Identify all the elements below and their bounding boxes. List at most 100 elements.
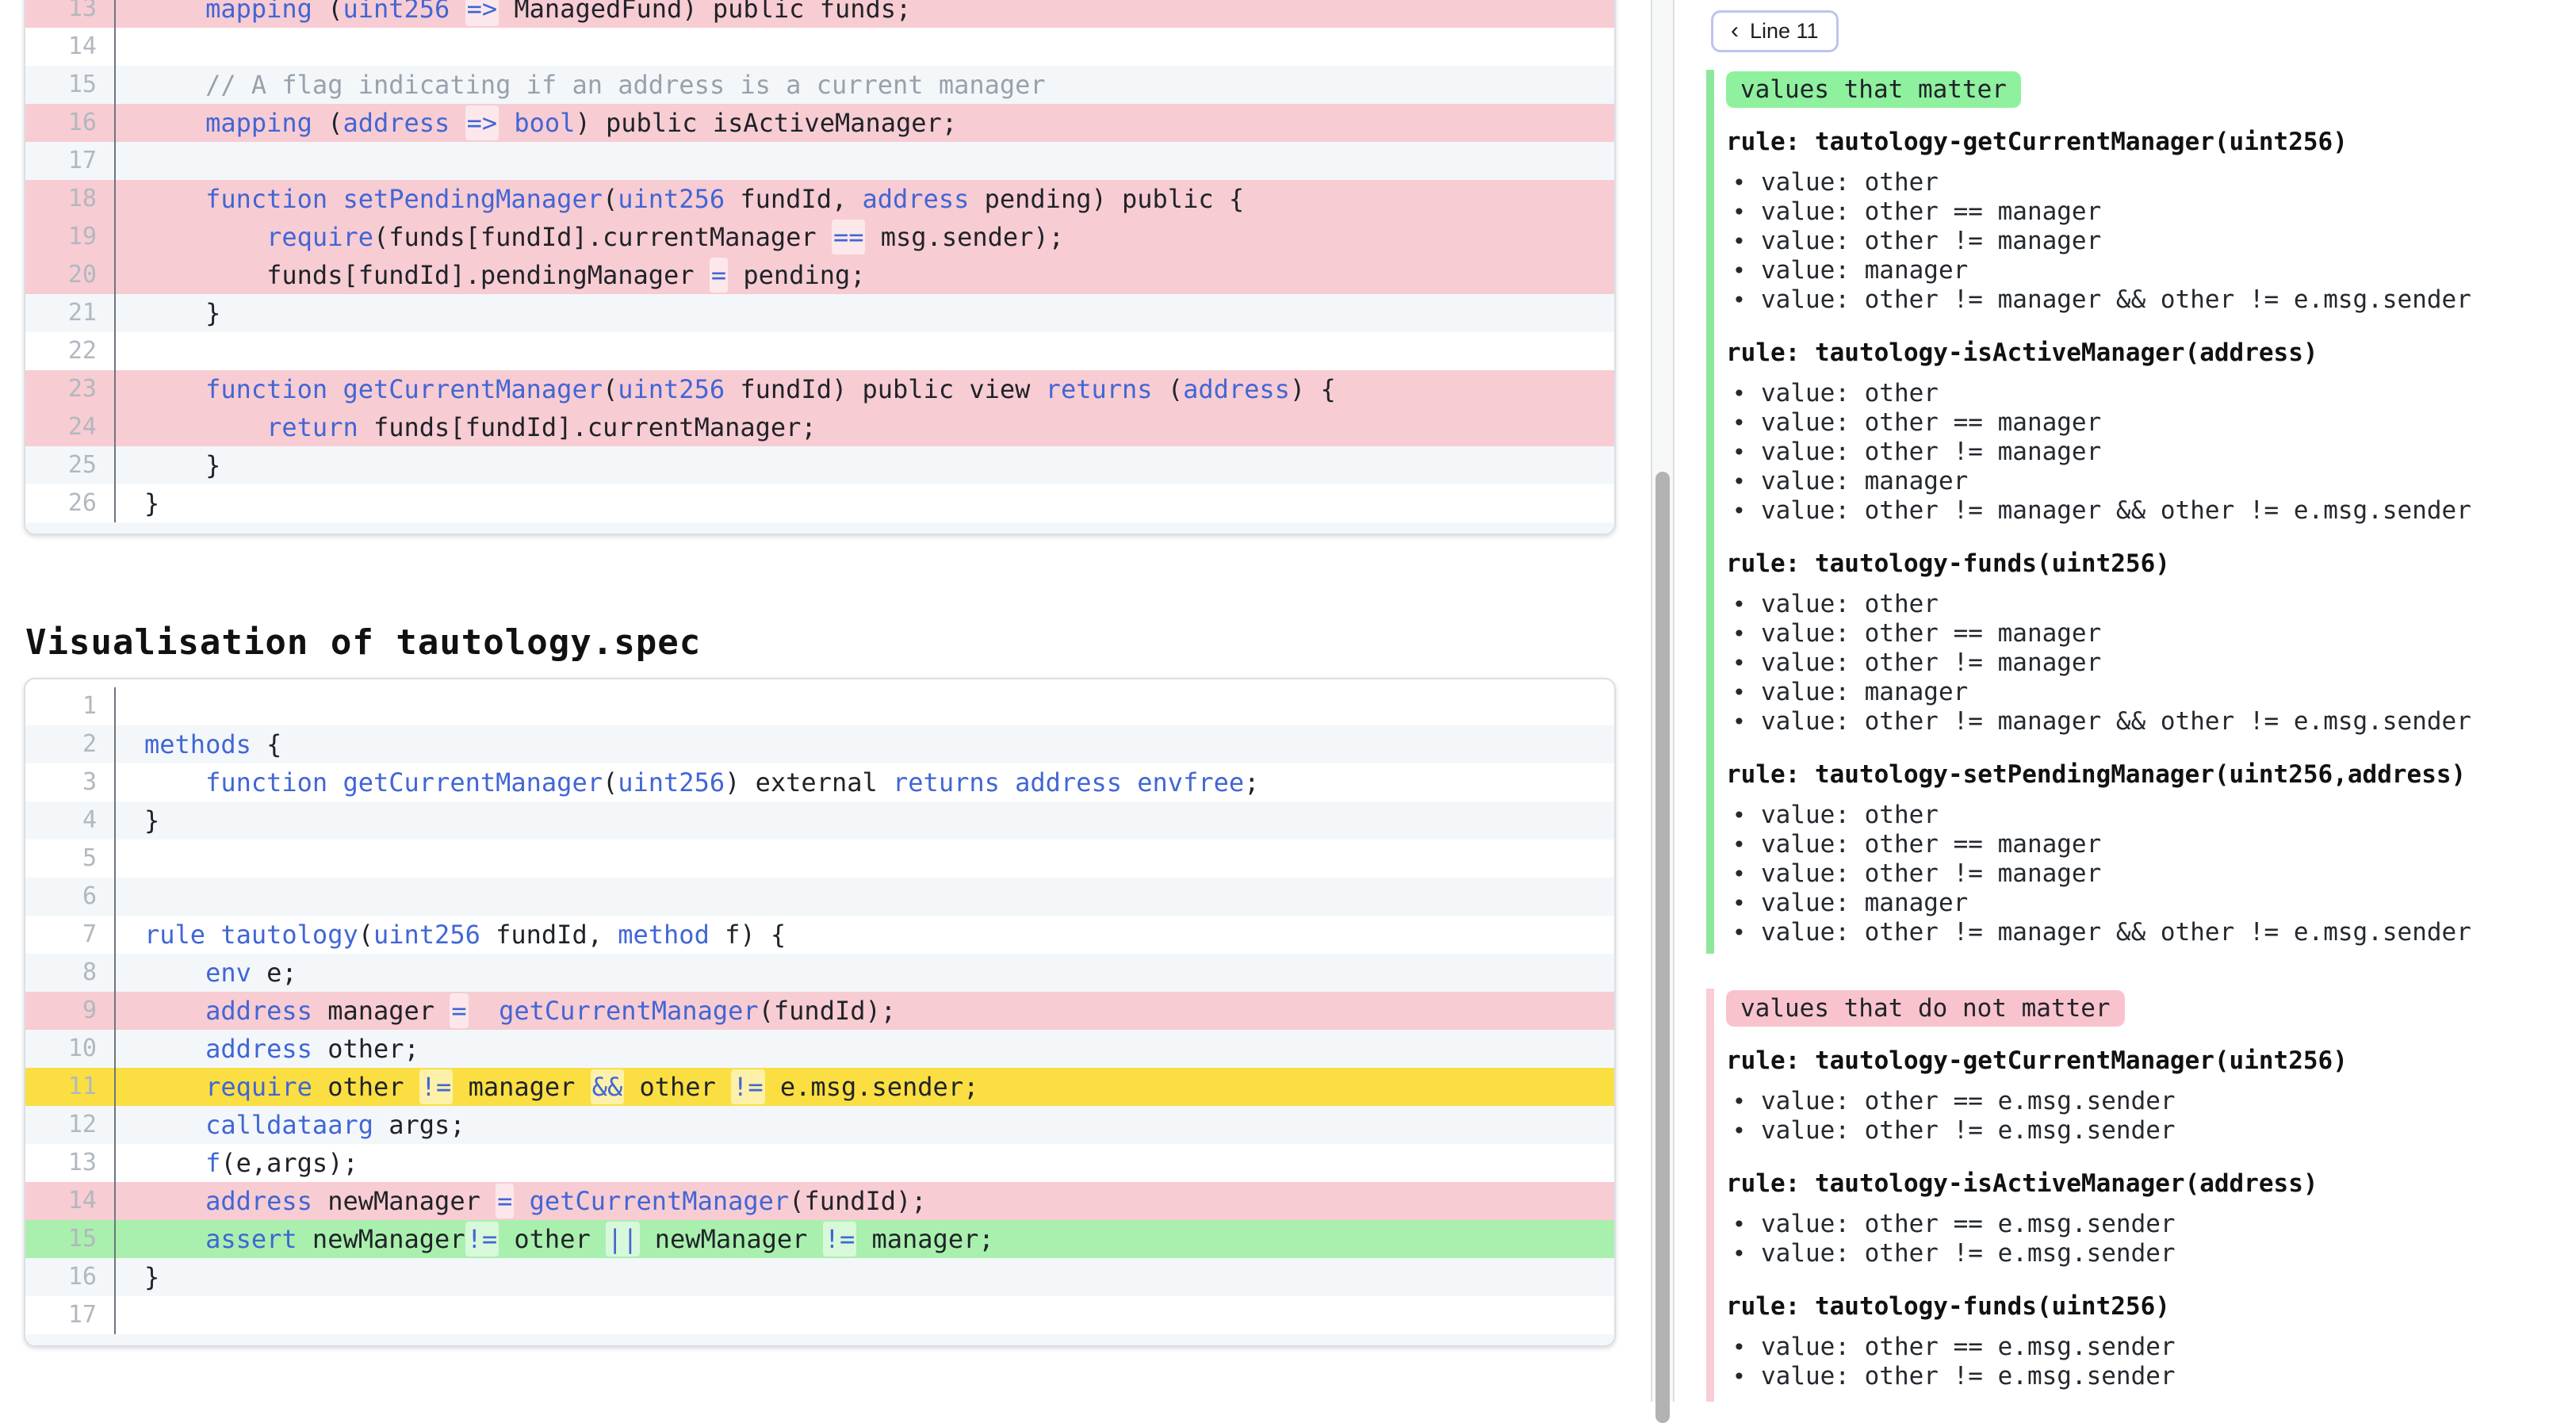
code-line: 6 [25,878,1614,916]
line-number: 20 [25,256,114,294]
value-item: value: other != manager [1726,859,2576,889]
code-text: mapping (address => bool) public isActiv… [114,104,1614,142]
panel-bottom-padding [25,522,1614,534]
line-number: 2 [25,725,114,763]
code-line: 14 [25,28,1614,66]
operator-token: = [710,258,728,293]
code-text: function getCurrentManager(uint256) exte… [114,763,1614,801]
line-number: 9 [25,992,114,1030]
value-item: value: other != manager && other != e.ms… [1726,285,2576,315]
line-number: 25 [25,446,114,484]
rule-heading: rule: tautology-isActiveManager(address) [1726,337,2576,369]
code-line: 24 return funds[fundId].currentManager; [25,408,1614,446]
spec-code-panel: 12methods {3 function getCurrentManager(… [24,678,1616,1347]
code-line: 12 calldataarg args; [25,1106,1614,1144]
rule-heading: rule: tautology-getCurrentManager(uint25… [1726,1045,2576,1077]
value-item: value: other != manager [1726,438,2576,467]
rule-heading: rule: tautology-setPendingManager(uint25… [1726,759,2576,790]
code-text: address manager = getCurrentManager(fund… [114,992,1614,1030]
line-number: 10 [25,1030,114,1068]
vertical-scrollbar[interactable] [1651,0,1675,1402]
code-text: f(e,args); [114,1144,1614,1182]
code-line: 20 funds[fundId].pendingManager = pendin… [25,256,1614,294]
code-text [114,687,1614,725]
code-line: 19 require(funds[fundId].currentManager … [25,218,1614,256]
line-number: 15 [25,66,114,104]
line-number: 11 [25,1068,114,1106]
value-item: value: other != e.msg.sender [1726,1116,2576,1146]
value-item: value: other [1726,379,2576,408]
line-number: 18 [25,180,114,218]
code-line: 9 address manager = getCurrentManager(fu… [25,992,1614,1030]
line-number: 7 [25,916,114,954]
line-number: 17 [25,1296,114,1334]
code-line: 25 } [25,446,1614,484]
code-text: function getCurrentManager(uint256 fundI… [114,370,1614,408]
code-text: calldataarg args; [114,1106,1614,1144]
code-text [114,840,1614,878]
value-item: value: other == e.msg.sender [1726,1333,2576,1362]
code-line: 11 require other != manager && other != … [25,1068,1614,1106]
value-item: value: other == e.msg.sender [1726,1087,2576,1116]
code-line: 10 address other; [25,1030,1614,1068]
code-line: 14 address newManager = getCurrentManage… [25,1182,1614,1220]
line-number: 13 [25,0,114,28]
values-section-green: values that matterrule: tautology-getCur… [1706,70,2576,954]
value-item: value: other == manager [1726,408,2576,438]
code-text: } [114,484,1614,522]
operator-token: && [591,1069,625,1104]
value-item: value: other != manager [1726,648,2576,678]
line-number: 16 [25,104,114,142]
rule-heading: rule: tautology-funds(uint256) [1726,1291,2576,1322]
code-text: require(funds[fundId].currentManager == … [114,218,1614,256]
code-line: 16} [25,1258,1614,1296]
line-number: 1 [25,687,114,725]
line-number: 3 [25,763,114,801]
value-item: value: other != e.msg.sender [1726,1239,2576,1268]
code-text [114,878,1614,916]
section-header-chip: values that do not matter [1726,990,2125,1027]
code-line: 8 env e; [25,954,1614,992]
code-text [114,28,1614,66]
code-text [114,142,1614,180]
value-item: value: other != e.msg.sender [1726,1362,2576,1391]
line-number: 14 [25,28,114,66]
code-line: 15 assert newManager!= other || newManag… [25,1220,1614,1258]
code-line: 17 [25,142,1614,180]
rule-heading: rule: tautology-isActiveManager(address) [1726,1168,2576,1199]
code-pane: 13 mapping (uint256 => ManagedFund) publ… [0,0,1651,1402]
value-item: value: manager [1726,889,2576,918]
back-to-line-button[interactable]: ‹ Line 11 [1711,10,1839,52]
code-line: 2methods { [25,725,1614,763]
code-line: 13 mapping (uint256 => ManagedFund) publ… [25,0,1614,28]
operator-token: != [731,1069,765,1104]
rule-heading: rule: tautology-funds(uint256) [1726,548,2576,580]
value-item: value: other [1726,590,2576,619]
code-text: env e; [114,954,1614,992]
code-text: } [114,1258,1614,1296]
code-line: 1 [25,687,1614,725]
operator-token: == [832,220,866,254]
rule-heading: rule: tautology-getCurrentManager(uint25… [1726,126,2576,158]
line-number: 22 [25,332,114,370]
value-item: value: other == manager [1726,197,2576,227]
value-item: value: other [1726,801,2576,830]
scrollbar-thumb[interactable] [1655,472,1670,1423]
code-text: assert newManager!= other || newManager … [114,1220,1614,1258]
line-number: 14 [25,1182,114,1220]
code-text: funds[fundId].pendingManager = pending; [114,256,1614,294]
value-item: value: other != manager && other != e.ms… [1726,707,2576,736]
line-number: 5 [25,840,114,878]
code-text: } [114,801,1614,840]
value-item: value: manager [1726,467,2576,496]
value-item: value: other != manager [1726,227,2576,256]
operator-token: => [465,0,500,26]
code-line: 3 function getCurrentManager(uint256) ex… [25,763,1614,801]
code-text [114,332,1614,370]
code-line: 7rule tautology(uint256 fundId, method f… [25,916,1614,954]
code-text: function setPendingManager(uint256 fundI… [114,180,1614,218]
code-line: 21 } [25,294,1614,332]
operator-token: => [465,105,500,140]
line-number: 17 [25,142,114,180]
analysis-pane: ‹ Line 11 values that matterrule: tautol… [1706,0,2576,1402]
